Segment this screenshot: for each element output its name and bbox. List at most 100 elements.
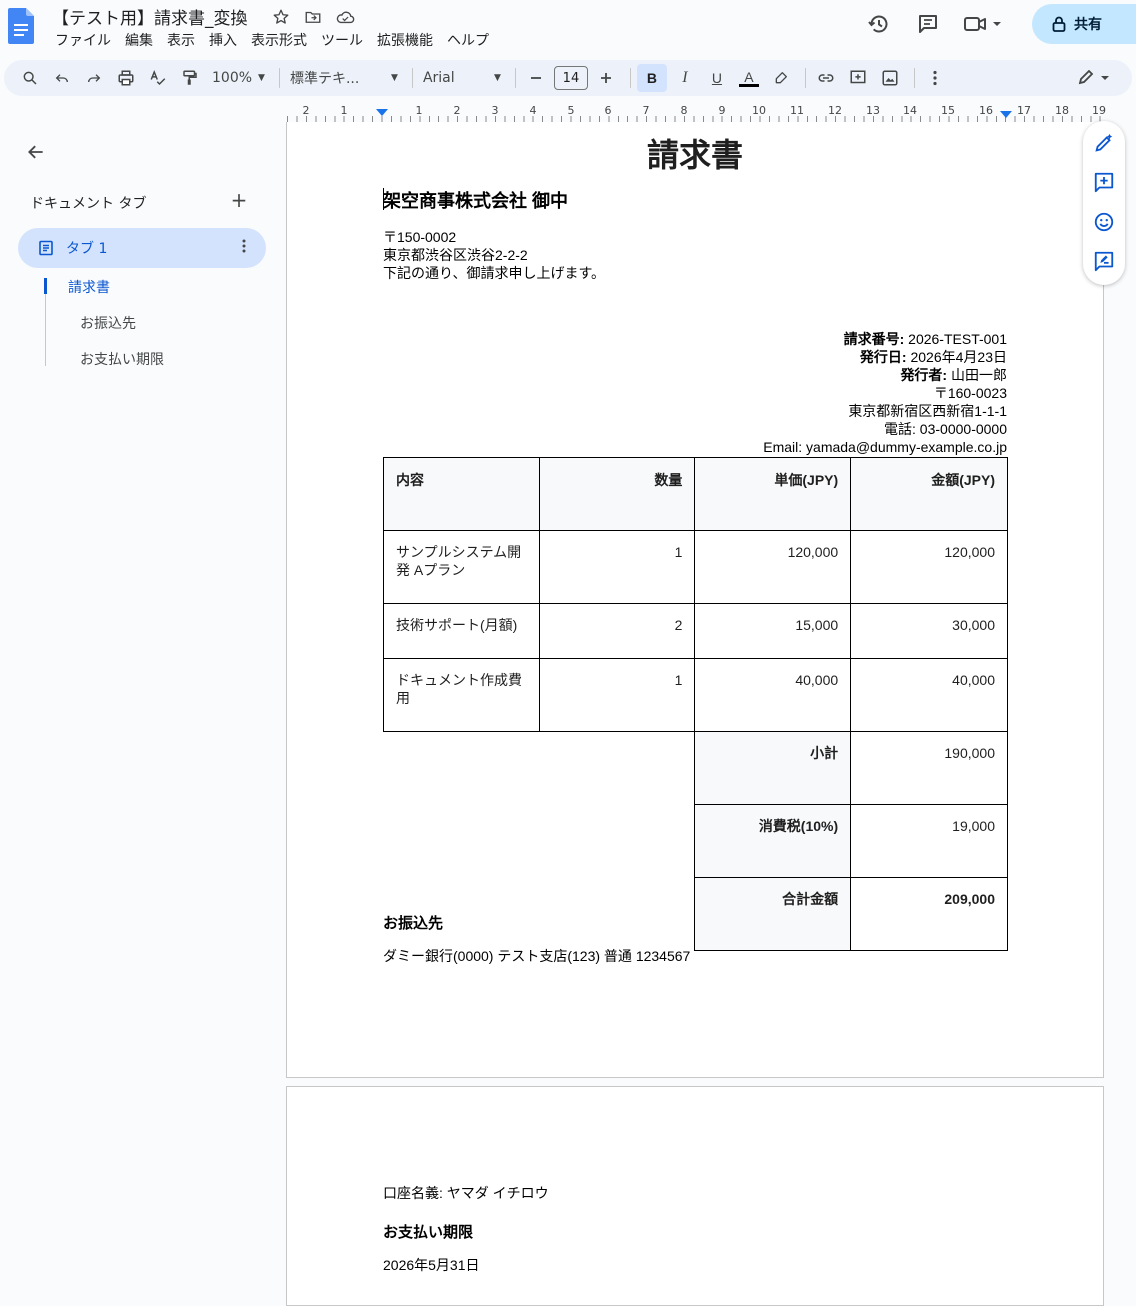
suggest-edits-icon[interactable] — [1092, 249, 1116, 273]
ruler-label: 10 — [752, 104, 766, 117]
table-spacer — [384, 805, 695, 878]
floating-actions — [1083, 121, 1125, 285]
add-comment-icon[interactable] — [844, 64, 872, 92]
bank-info[interactable]: ダミー銀行(0000) テスト支店(123) 普通 1234567 — [383, 946, 690, 966]
print-icon[interactable] — [112, 64, 140, 92]
due-date[interactable]: 2026年5月31日 — [383, 1255, 480, 1275]
table-cell[interactable]: 30,000 — [850, 603, 1008, 659]
chevron-down-icon: ▼ — [494, 73, 501, 83]
highlight-icon[interactable] — [767, 64, 795, 92]
table-cell[interactable]: 40,000 — [850, 658, 1008, 732]
sidebar-heading: ドキュメント タブ — [30, 196, 147, 212]
total-value[interactable]: 209,000 — [850, 877, 1008, 951]
insert-link-icon[interactable] — [812, 64, 840, 92]
table-cell[interactable]: ドキュメント作成費用 — [383, 658, 540, 732]
text-color-button[interactable]: A — [735, 64, 763, 92]
style-select[interactable]: 標準テキ... ▼ — [286, 64, 402, 92]
toolbar: 100% ▼ 標準テキ... ▼ Arial ▼ 14 B I U A — [4, 60, 1132, 96]
ruler[interactable]: 2 1 1 2 3 4 5 6 7 8 9 10 11 12 13 14 15 … — [287, 104, 1107, 122]
insert-image-icon[interactable] — [876, 64, 904, 92]
tax-label[interactable]: 消費税(10%) — [694, 804, 852, 878]
editing-mode-button[interactable] — [1074, 64, 1114, 92]
back-arrow-icon[interactable] — [22, 138, 50, 166]
menu-insert[interactable]: 挿入 — [202, 31, 244, 51]
table-cell[interactable]: 120,000 — [694, 530, 852, 604]
ruler-label: 2 — [453, 104, 461, 117]
document-title-heading[interactable]: 請求書 — [286, 130, 1104, 176]
table-header[interactable]: 数量 — [538, 457, 696, 531]
toolbar-divider — [804, 68, 806, 88]
outline-item-invoice[interactable]: 請求書 — [68, 277, 110, 297]
table-cell[interactable]: サンプルシステム開発 Aプラン — [383, 530, 540, 604]
left-indent-marker[interactable] — [376, 109, 388, 116]
right-indent-marker[interactable] — [1000, 111, 1012, 118]
table-cell[interactable]: 技術サポート(月額) — [383, 603, 540, 659]
subtotal-label[interactable]: 小計 — [694, 731, 852, 805]
move-folder-icon[interactable] — [302, 6, 324, 28]
emoji-reaction-icon[interactable] — [1092, 210, 1116, 234]
recipient-name[interactable]: 架空商事株式会社 御中 — [383, 187, 568, 213]
spellcheck-icon[interactable] — [144, 64, 172, 92]
table-cell[interactable]: 15,000 — [694, 603, 852, 659]
version-history-icon[interactable] — [859, 4, 899, 44]
table-cell[interactable]: 1 — [538, 530, 696, 604]
tab-more-icon[interactable] — [242, 238, 246, 258]
table-cell[interactable]: 2 — [538, 603, 696, 659]
ruler-label: 15 — [941, 104, 955, 117]
menu-format[interactable]: 表示形式 — [244, 31, 314, 51]
menu-extensions[interactable]: 拡張機能 — [370, 31, 440, 51]
menu-tools[interactable]: ツール — [314, 31, 370, 51]
table-cell[interactable]: 40,000 — [694, 658, 852, 732]
bank-heading[interactable]: お振込先 — [383, 912, 443, 933]
more-options-icon[interactable] — [921, 64, 949, 92]
total-label[interactable]: 合計金額 — [694, 877, 852, 951]
ruler-label: 5 — [567, 104, 575, 117]
outline-item-bank[interactable]: お振込先 — [80, 313, 136, 333]
cloud-saved-icon[interactable] — [334, 6, 356, 28]
comments-icon[interactable] — [908, 4, 948, 44]
tax-value[interactable]: 19,000 — [850, 804, 1008, 878]
menu-view[interactable]: 表示 — [160, 31, 202, 51]
underline-button[interactable]: U — [703, 64, 731, 92]
italic-button[interactable]: I — [671, 64, 699, 92]
add-comment-icon[interactable] — [1092, 170, 1116, 194]
bold-button[interactable]: B — [636, 64, 667, 92]
docs-logo-icon[interactable] — [8, 8, 34, 44]
subtotal-value[interactable]: 190,000 — [850, 731, 1008, 805]
menu-edit[interactable]: 編集 — [118, 31, 160, 51]
zoom-select[interactable]: 100% ▼ — [208, 64, 269, 92]
meet-icon[interactable] — [957, 4, 1011, 44]
invoice-table[interactable]: 内容 数量 単価(JPY) 金額(JPY) サンプルシステム開発 Aプラン 1 … — [383, 457, 1008, 951]
font-select[interactable]: Arial ▼ — [419, 64, 505, 92]
decrease-font-size-icon[interactable] — [522, 64, 550, 92]
ruler-label: 8 — [680, 104, 688, 117]
issuer-block[interactable]: 請求番号: 2026-TEST-001 発行日: 2026年4月23日 発行者:… — [600, 330, 1007, 456]
table-header[interactable]: 単価(JPY) — [694, 457, 852, 531]
search-icon[interactable] — [16, 64, 44, 92]
tab-1[interactable]: タブ 1 — [18, 228, 266, 268]
ruler-label: 1 — [415, 104, 423, 117]
document-title[interactable]: 【テスト用】請求書_変換 — [52, 4, 248, 29]
font-size-input[interactable]: 14 — [553, 64, 588, 92]
paint-format-icon[interactable] — [176, 64, 204, 92]
recipient-address[interactable]: 〒150-0002 東京都渋谷区渋谷2-2-2 下記の通り、御請求申し上げます。 — [383, 228, 605, 282]
due-heading[interactable]: お支払い期限 — [383, 1221, 473, 1242]
outline-item-due[interactable]: お支払い期限 — [80, 349, 164, 369]
account-name[interactable]: 口座名義: ヤマダ イチロウ — [383, 1183, 549, 1203]
share-button[interactable]: 共有 — [1032, 4, 1136, 44]
increase-font-size-icon[interactable] — [592, 64, 620, 92]
table-header[interactable]: 金額(JPY) — [850, 457, 1008, 531]
menu-file[interactable]: ファイル — [48, 31, 118, 51]
ai-edit-icon[interactable] — [1092, 131, 1116, 155]
table-cell[interactable]: 120,000 — [850, 530, 1008, 604]
undo-icon[interactable] — [48, 64, 76, 92]
table-header[interactable]: 内容 — [383, 457, 540, 531]
add-tab-button[interactable]: + — [228, 188, 250, 212]
menu-help[interactable]: ヘルプ — [440, 31, 496, 51]
table-cell[interactable]: 1 — [538, 658, 696, 732]
ruler-label: 2 — [302, 104, 310, 117]
outline-active-indicator — [44, 278, 47, 294]
star-icon[interactable] — [270, 6, 292, 28]
table-row: サンプルシステム開発 Aプラン 1 120,000 120,000 — [383, 530, 1008, 604]
redo-icon[interactable] — [80, 64, 108, 92]
